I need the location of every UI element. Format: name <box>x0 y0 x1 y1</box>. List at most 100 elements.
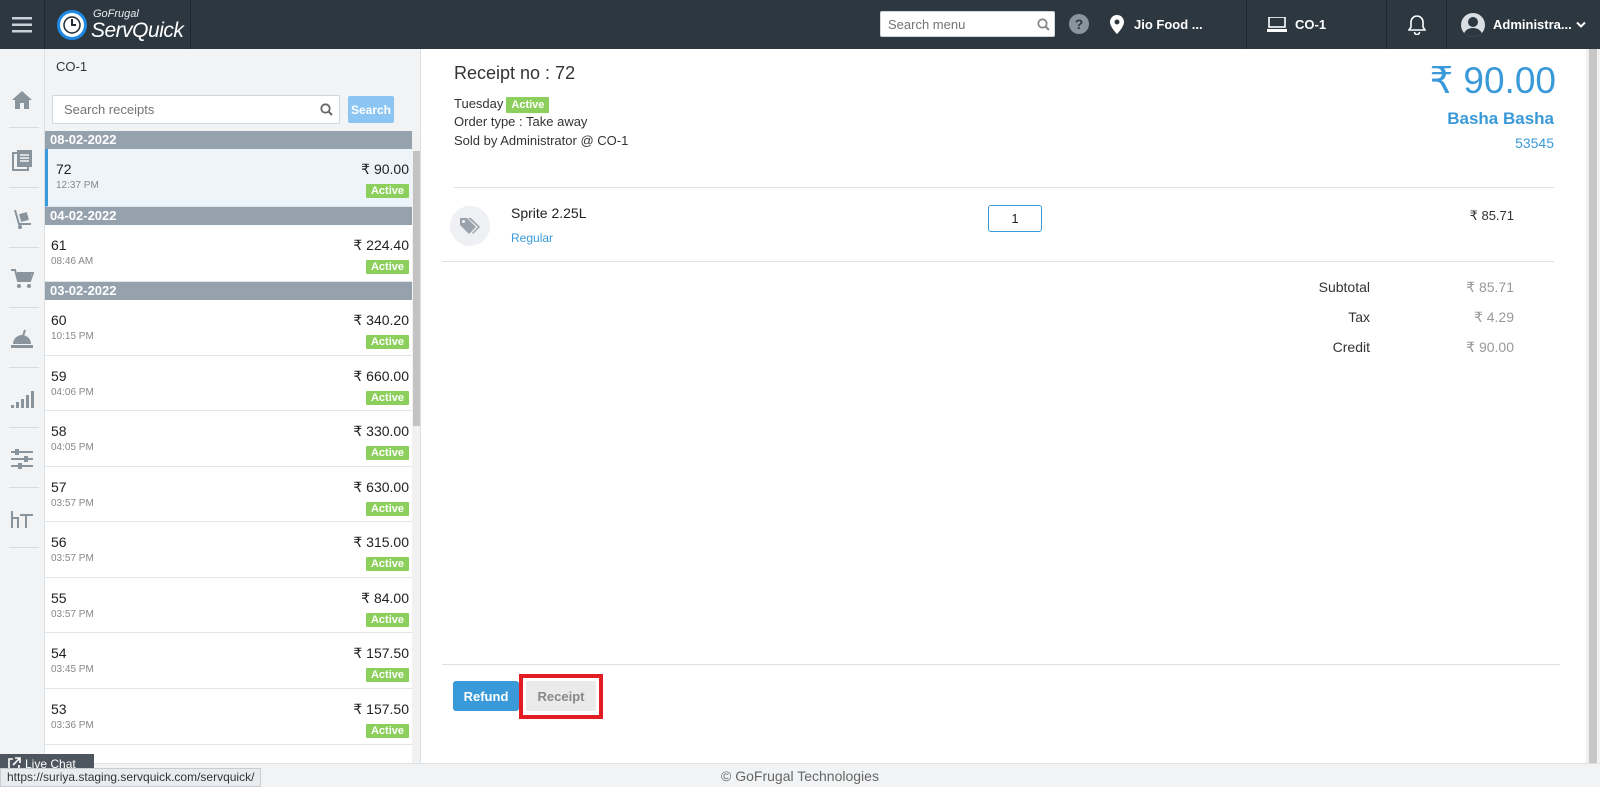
receipt-time: 04:06 PM <box>51 387 94 398</box>
receipt-number: 56 <box>51 534 67 550</box>
receipt-row[interactable]: 58 04:05 PM ₹ 330.00 Active <box>45 411 412 467</box>
location-name: Jio Food ... <box>1134 17 1203 32</box>
counter-selector[interactable]: CO-1 <box>1247 0 1387 49</box>
price-tag-icon <box>450 206 490 246</box>
search-menu-input[interactable] <box>881 13 1032 35</box>
counter-name: CO-1 <box>1295 17 1327 32</box>
date-group-header: 08-02-2022 <box>45 131 412 149</box>
item-name: Sprite 2.25L <box>511 205 587 221</box>
customer-id: 53545 <box>1515 135 1554 151</box>
receipt-row[interactable]: 54 03:45 PM ₹ 157.50 Active <box>45 633 412 689</box>
customer-name[interactable]: Basha Basha <box>1447 109 1554 129</box>
settings-sliders-icon[interactable] <box>9 446 35 472</box>
receipts-icon[interactable] <box>9 147 35 173</box>
receipt-time: 03:36 PM <box>51 720 94 731</box>
receipt-time: 03:57 PM <box>51 609 94 620</box>
status-badge: Active <box>365 724 409 738</box>
receipt-row[interactable]: 56 03:57 PM ₹ 315.00 Active <box>45 522 412 578</box>
receipt-time: 03:57 PM <box>51 498 94 509</box>
date-group-header: 03-02-2022 <box>45 282 412 300</box>
receipt-row[interactable]: 59 04:06 PM ₹ 660.00 Active <box>45 356 412 411</box>
receipt-day: Tuesday <box>454 96 504 111</box>
receipt-time: 03:45 PM <box>51 664 94 675</box>
status-badge: Active <box>365 557 409 571</box>
date-group-header: 04-02-2022 <box>45 207 412 225</box>
receipt-day-line: Tuesday Active <box>454 96 550 113</box>
receipt-detail: Receipt no : 72 Tuesday Active Order type… <box>422 49 1586 763</box>
status-badge: Active <box>365 260 409 274</box>
reports-icon[interactable] <box>9 386 35 412</box>
top-bar: GoFrugal ServQuick ? Jio Food ... CO-1 A… <box>0 0 1600 49</box>
help-icon[interactable]: ? <box>1069 14 1089 34</box>
credit-value: ₹ 90.00 <box>1466 339 1514 355</box>
receipt-row[interactable]: 72 12:37 PM ₹ 90.00 Active <box>45 149 412 207</box>
logo-small-text: GoFrugal <box>93 7 139 20</box>
user-menu[interactable]: Administra... <box>1447 0 1600 49</box>
receipt-row[interactable]: 60 10:15 PM ₹ 340.20 Active <box>45 300 412 356</box>
receipt-amount: ₹ 340.20 <box>353 312 409 328</box>
receipt-amount: ₹ 330.00 <box>353 423 409 439</box>
refund-button[interactable]: Refund <box>453 681 519 711</box>
receipt-number: 60 <box>51 312 67 328</box>
receipt-number: 54 <box>51 645 67 661</box>
receipt-search-button[interactable]: Search <box>348 96 394 123</box>
home-icon[interactable] <box>9 87 35 113</box>
receipt-list-panel: CO-1 Search 08-02-2022 72 12:37 PM ₹ 90.… <box>45 49 421 763</box>
receipt-amount: ₹ 630.00 <box>353 479 409 495</box>
location-pin-icon <box>1110 15 1124 34</box>
receipt-row[interactable]: 55 03:57 PM ₹ 84.00 Active <box>45 578 412 633</box>
status-badge: Active <box>365 668 409 682</box>
search-menu-box <box>880 11 1055 37</box>
status-badge: Active <box>365 391 409 405</box>
receipt-title: Receipt no : 72 <box>454 63 576 83</box>
receipt-number: 55 <box>51 590 67 606</box>
receipt-total: ₹ 90.00 <box>1429 60 1556 101</box>
receipt-list-scrollbar[interactable] <box>412 131 420 763</box>
kitchen-icon[interactable] <box>9 326 35 352</box>
item-quantity[interactable]: 1 <box>988 205 1042 232</box>
pos-terminal-icon <box>1267 16 1287 32</box>
status-badge: Active <box>365 613 409 627</box>
item-variant[interactable]: Regular <box>511 231 553 245</box>
receipt-amount: ₹ 224.40 <box>353 237 409 253</box>
tax-label: Tax <box>1348 309 1370 325</box>
receipt-search-box <box>52 95 340 124</box>
location-selector[interactable]: Jio Food ... <box>1110 0 1247 49</box>
logo-big-text: ServQuick <box>91 18 184 42</box>
order-type: Order type : Take away <box>454 114 588 129</box>
subtotal-label: Subtotal <box>1318 279 1370 295</box>
receipt-number: 61 <box>51 237 67 253</box>
receipt-number: 72 <box>56 161 72 177</box>
status-badge: Active <box>365 184 409 198</box>
main-scrollbar[interactable] <box>1586 49 1600 763</box>
hamburger-menu-button[interactable] <box>0 0 45 49</box>
receipt-amount: ₹ 84.00 <box>361 590 409 606</box>
app-logo[interactable]: GoFrugal ServQuick <box>45 0 191 49</box>
receipt-list-header: CO-1 Search <box>45 49 420 131</box>
delivery-icon[interactable] <box>9 206 35 232</box>
receipt-amount: ₹ 315.00 <box>353 534 409 550</box>
avatar <box>1461 12 1485 37</box>
search-icon[interactable] <box>313 103 339 116</box>
subtotal-value: ₹ 85.71 <box>1466 279 1514 295</box>
receipt-search-input[interactable] <box>53 102 313 117</box>
status-badge: Active <box>365 502 409 516</box>
table-icon[interactable] <box>9 506 35 532</box>
receipt-time: 08:46 AM <box>51 256 94 267</box>
receipt-list[interactable]: 08-02-2022 72 12:37 PM ₹ 90.00 Active 04… <box>45 131 420 763</box>
receipt-time: 12:37 PM <box>56 180 99 191</box>
cart-icon[interactable] <box>9 266 35 292</box>
panel-title: CO-1 <box>56 59 88 74</box>
tax-value: ₹ 4.29 <box>1473 309 1514 325</box>
receipt-time: 03:57 PM <box>51 553 94 564</box>
search-icon[interactable] <box>1032 17 1054 31</box>
receipt-row[interactable]: 53 03:36 PM ₹ 157.50 Active <box>45 689 412 745</box>
receipt-number: 59 <box>51 368 67 384</box>
left-icon-nav <box>0 49 45 763</box>
receipt-row[interactable]: 57 03:57 PM ₹ 630.00 Active <box>45 467 412 522</box>
receipt-row[interactable]: 61 08:46 AM ₹ 224.40 Active <box>45 225 412 282</box>
receipt-number: 58 <box>51 423 67 439</box>
status-badge: Active <box>365 335 409 349</box>
receipt-button[interactable]: Receipt <box>526 681 596 711</box>
notification-button[interactable] <box>1387 0 1447 49</box>
